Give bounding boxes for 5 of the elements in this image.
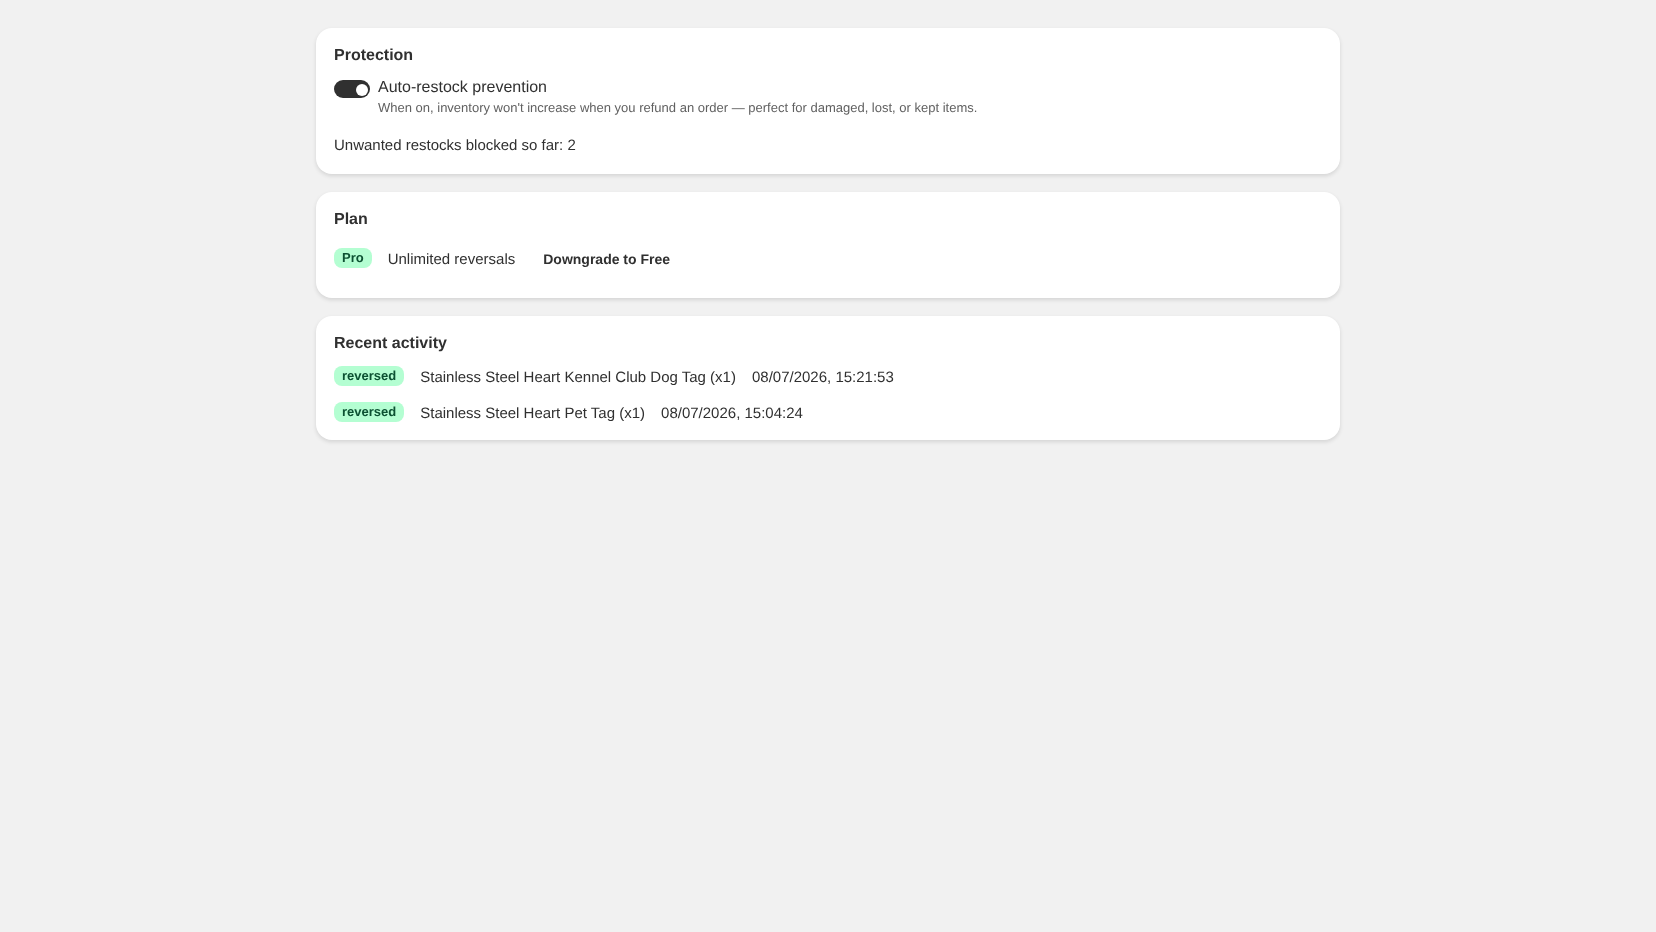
toggle-switch[interactable]	[334, 80, 370, 98]
toggle-label: Auto-restock prevention	[378, 78, 549, 96]
card-title: Plan	[334, 210, 370, 228]
card-title: Recent activity	[334, 334, 449, 352]
card-title: Protection	[334, 46, 416, 64]
